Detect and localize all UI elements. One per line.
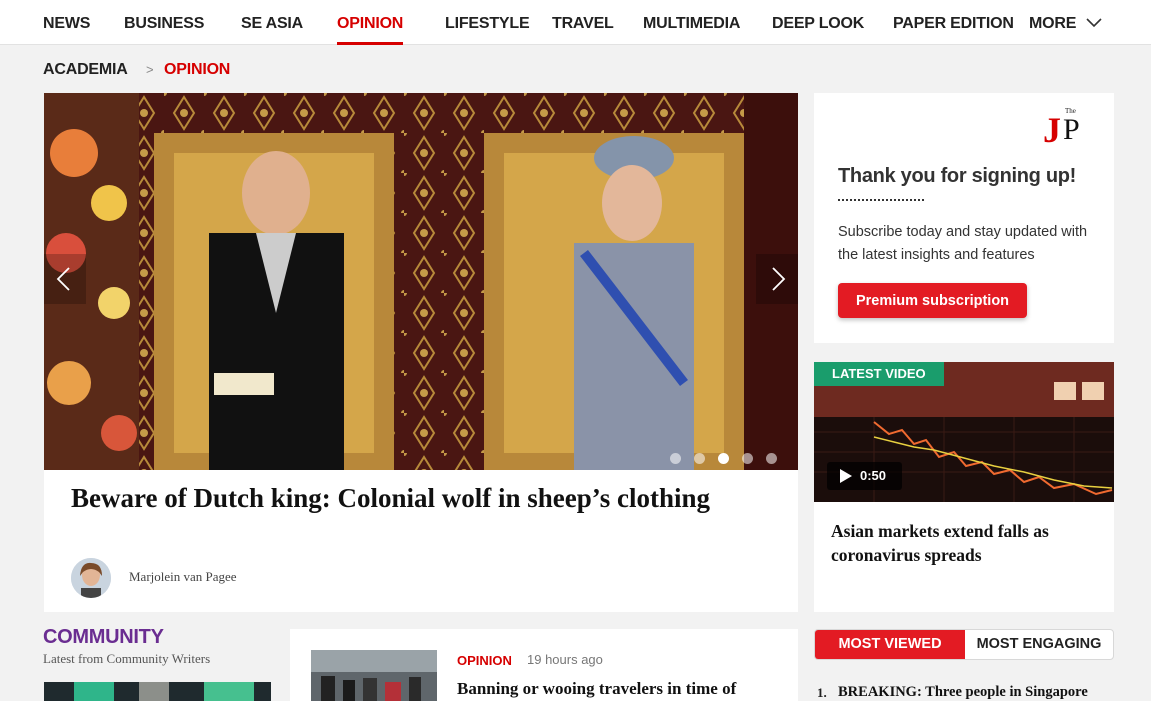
breadcrumb-opinion[interactable]: OPINION <box>164 61 230 79</box>
author-name[interactable]: Marjolein van Pagee <box>129 569 237 585</box>
nav-more[interactable]: MORE <box>1029 15 1076 33</box>
latest-video-badge: LATEST VIDEO <box>814 362 944 386</box>
signup-description: Subscribe today and stay updated with th… <box>838 224 1088 263</box>
breadcrumb-academia[interactable]: ACADEMIA <box>43 61 128 79</box>
svg-text:J: J <box>1043 110 1061 145</box>
tab-most-viewed[interactable]: MOST VIEWED <box>815 630 965 659</box>
article-category[interactable]: OPINION <box>457 653 512 668</box>
community-subtitle: Latest from Community Writers <box>43 651 211 666</box>
article-thumbnail[interactable] <box>311 650 437 701</box>
article-card: OPINION 19 hours ago Banning or wooing t… <box>290 629 798 701</box>
svg-text:P: P <box>1063 113 1080 145</box>
nav-se-asia[interactable]: SE ASIA <box>241 15 303 33</box>
nav-travel[interactable]: TRAVEL <box>552 15 614 33</box>
chevron-left-icon <box>56 267 70 291</box>
next-slide-button[interactable] <box>756 254 798 304</box>
nav-news[interactable]: NEWS <box>43 15 90 33</box>
video-duration[interactable]: 0:50 <box>827 462 902 490</box>
premium-subscription-button[interactable]: Premium subscription <box>838 283 1027 318</box>
most-viewed-item[interactable]: BREAKING: Three people in Singapore <box>838 684 1088 701</box>
most-tabs: MOST VIEWED MOST ENGAGING <box>814 629 1114 660</box>
hero-carousel: Beware of Dutch king: Colonial wolf in s… <box>44 93 798 612</box>
hero-headline[interactable]: Beware of Dutch king: Colonial wolf in s… <box>71 482 761 515</box>
breadcrumb-separator: > <box>146 62 154 77</box>
signup-card: The J P Thank you for signing up! Subscr… <box>814 93 1114 343</box>
nav-paper-edition[interactable]: PAPER EDITION <box>893 15 1014 33</box>
nav-business[interactable]: BUSINESS <box>124 15 204 33</box>
tab-most-engaging[interactable]: MOST ENGAGING <box>965 630 1113 659</box>
top-navigation: NEWS BUSINESS SE ASIA OPINION LIFESTYLE … <box>0 0 1151 45</box>
chevron-right-icon <box>772 267 786 291</box>
jp-logo: The J P <box>1043 107 1080 145</box>
slide-dot-4[interactable] <box>742 453 753 464</box>
signup-title: Thank you for signing up! <box>838 165 1077 187</box>
community-heading[interactable]: COMMUNITY <box>43 626 164 649</box>
slide-dot-2[interactable] <box>694 453 705 464</box>
article-timestamp: 19 hours ago <box>527 652 603 667</box>
community-image[interactable] <box>44 682 271 701</box>
nav-opinion[interactable]: OPINION <box>337 15 403 45</box>
slide-dot-3[interactable] <box>718 453 729 464</box>
chevron-down-icon[interactable] <box>1086 15 1102 31</box>
avatar[interactable] <box>71 558 111 598</box>
play-icon <box>840 469 852 483</box>
hero-image[interactable] <box>44 93 798 470</box>
video-thumbnail[interactable]: LATEST VIDEO 0:50 <box>814 362 1114 502</box>
latest-video-card: LATEST VIDEO 0:50 Asian markets extend f… <box>814 362 1114 612</box>
slide-dot-1[interactable] <box>670 453 681 464</box>
nav-deep-look[interactable]: DEEP LOOK <box>772 15 864 33</box>
duration-text: 0:50 <box>860 468 887 483</box>
article-headline[interactable]: Banning or wooing travelers in time of <box>457 679 787 699</box>
nav-lifestyle[interactable]: LIFESTYLE <box>445 15 530 33</box>
video-headline[interactable]: Asian markets extend falls as coronaviru… <box>831 519 1099 567</box>
divider <box>838 199 924 201</box>
prev-slide-button[interactable] <box>44 254 86 304</box>
rank-number: 1. <box>817 685 827 700</box>
slide-dot-5[interactable] <box>766 453 777 464</box>
nav-multimedia[interactable]: MULTIMEDIA <box>643 15 740 33</box>
